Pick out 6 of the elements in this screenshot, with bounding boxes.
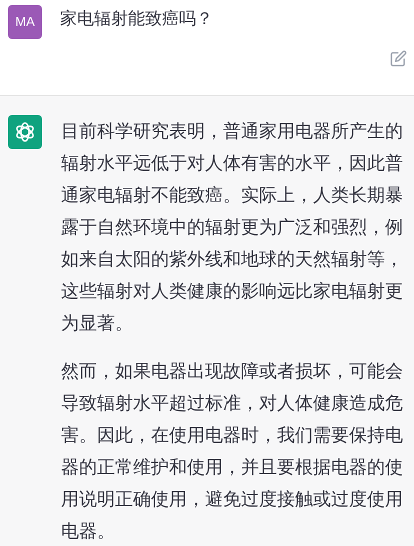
answer-paragraph: 然而，如果电器出现故障或者损坏，可能会导致辐射水平超过标准，对人体健康造成危害。因此，在使用电器时，我们需要保持电器的正常维护和使用，并且要根据电器的使用说明正确使用，避免过度接触或过度使用电器。 bbox=[61, 360, 404, 543]
assistant-logo-icon bbox=[8, 115, 42, 149]
user-message: 家电辐射能致癌吗？ bbox=[60, 8, 213, 30]
answer-paragraph: 目前科学研究表明，普通家用电器所产生的辐射水平远低于对人体有害的水平，因此普通家电辐射不能致癌。实际上，人类长期暴露于自然环境中的辐射更为广泛和强烈，例如来自太阳的紫外线和地球的天然辐射等，这些辐射对人类健康的影响远比家电辐射更为显著。 bbox=[61, 120, 404, 335]
user-avatar: MA bbox=[8, 5, 42, 39]
edit-icon[interactable] bbox=[390, 50, 407, 67]
